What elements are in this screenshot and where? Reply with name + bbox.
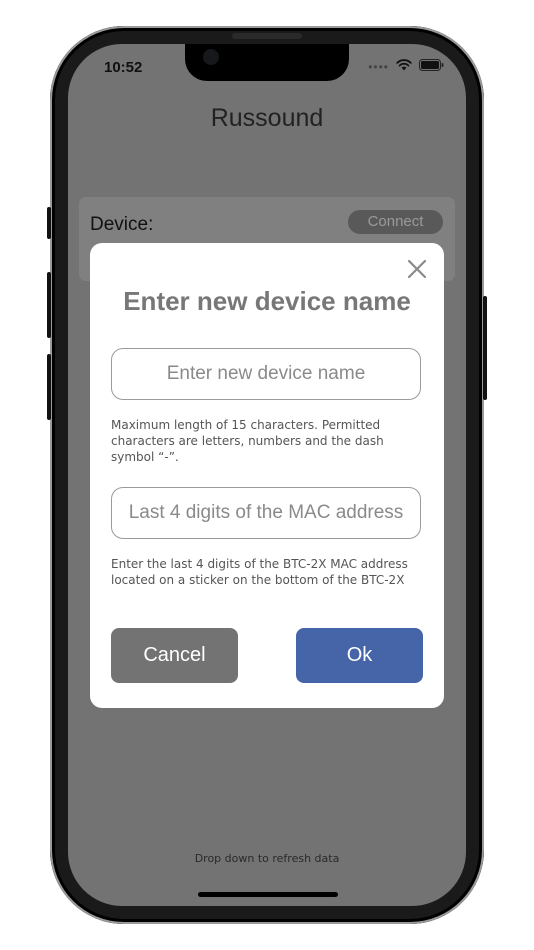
mac-address-help: Enter the last 4 digits of the BTC-2X MA… (111, 557, 408, 587)
cellular-signal-icon: •••• (368, 60, 389, 74)
mac-address-input[interactable] (111, 487, 421, 539)
battery-icon (419, 58, 444, 76)
power-button (483, 296, 487, 400)
device-name-help: Maximum length of 15 characters. Permitt… (111, 418, 384, 464)
front-camera (203, 49, 219, 65)
device-name-input[interactable] (111, 348, 421, 400)
notch (185, 44, 349, 81)
volume-up-button (47, 272, 51, 338)
device-label: Device: (90, 214, 154, 235)
mute-switch (47, 207, 51, 239)
wifi-icon (396, 58, 412, 76)
dialog-title: Enter new device name (123, 286, 411, 316)
earpiece-speaker (232, 33, 302, 39)
app-title: Russound (210, 104, 324, 132)
refresh-hint: Drop down to refresh data (194, 852, 340, 865)
status-time: 10:52 (104, 59, 143, 76)
close-icon[interactable] (406, 258, 428, 280)
status-icons: •••• (368, 58, 444, 76)
connect-button[interactable]: Connect (348, 210, 443, 234)
volume-down-button (47, 354, 51, 420)
cancel-button[interactable]: Cancel (111, 628, 238, 683)
ok-button[interactable]: Ok (296, 628, 423, 683)
phone-screen: 10:52 •••• Russound Device: Connect Drop… (68, 44, 466, 906)
home-indicator[interactable] (198, 892, 338, 897)
rename-device-dialog: Enter new device name Maximum length of … (90, 243, 444, 708)
